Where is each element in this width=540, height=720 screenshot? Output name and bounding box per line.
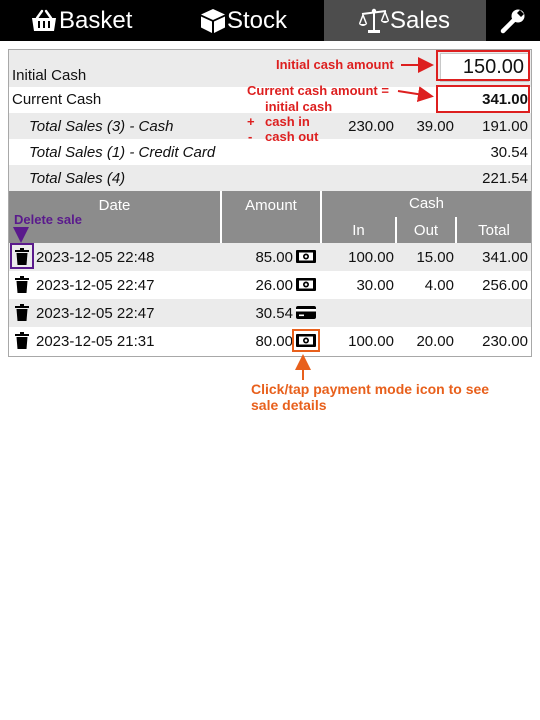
header-date-label: Date xyxy=(98,197,131,214)
sale-cash-total: 256.00 xyxy=(482,277,528,294)
annotation-current-cash-line2: initial cash xyxy=(265,99,333,114)
basket-icon xyxy=(30,9,58,33)
header-divider xyxy=(320,191,322,243)
annotation-current-cash-box xyxy=(436,85,530,113)
tab-basket-label: Basket xyxy=(59,6,133,34)
header-cash-label: Cash xyxy=(408,195,445,212)
top-nav-bar: Basket Stock Sales xyxy=(0,0,540,41)
wrench-icon xyxy=(500,8,526,34)
annotation-initial-cash: Initial cash amount xyxy=(276,57,394,72)
annotation-minus-sign: - xyxy=(248,129,253,144)
tab-settings[interactable] xyxy=(486,0,540,41)
annotation-current-cash-line3: cash in xyxy=(265,114,310,129)
annotation-current-cash-line1: Current cash amount = xyxy=(247,83,389,98)
sale-amount: 26.00 xyxy=(255,277,293,294)
trash-icon[interactable] xyxy=(15,276,29,293)
tab-stock-label: Stock xyxy=(227,6,288,34)
tab-stock[interactable]: Stock xyxy=(162,0,324,41)
table-row: 2023-12-05 21:31 80.00 100.00 20.00 230.… xyxy=(9,327,531,355)
sale-cash-total: 230.00 xyxy=(482,333,528,350)
sale-date: 2023-12-05 21:31 xyxy=(36,333,155,350)
annotation-payment-icon-box xyxy=(292,329,320,352)
total-sales-card-label: Total Sales (1) - Credit Card xyxy=(29,144,216,161)
sale-cash-in: 30.00 xyxy=(356,277,394,294)
tab-sales-label: Sales xyxy=(390,6,451,34)
header-divider xyxy=(395,217,397,243)
sale-amount: 80.00 xyxy=(255,333,293,350)
sale-cash-in: 100.00 xyxy=(348,249,394,266)
total-sales-label: Total Sales (4) xyxy=(29,170,126,187)
sale-cash-out: 4.00 xyxy=(424,277,454,294)
box-icon xyxy=(200,8,226,34)
sale-cash-in: 100.00 xyxy=(348,333,394,350)
header-in: In xyxy=(322,217,395,243)
initial-cash-label: Initial Cash xyxy=(12,67,87,84)
header-total-label: Total xyxy=(478,222,510,239)
tab-sales[interactable]: Sales xyxy=(324,0,486,41)
cash-icon[interactable] xyxy=(296,278,316,291)
header-out-label: Out xyxy=(413,222,439,239)
cash-icon[interactable] xyxy=(296,250,316,263)
sale-date: 2023-12-05 22:47 xyxy=(36,305,155,322)
header-amount-label: Amount xyxy=(245,197,297,214)
header-out: Out xyxy=(397,217,455,243)
sale-date: 2023-12-05 22:47 xyxy=(36,277,155,294)
total-sales-cash-out: 39.00 xyxy=(416,118,454,135)
annotation-payment-line2: sale details xyxy=(251,397,327,413)
table-row: 2023-12-05 22:48 85.00 100.00 15.00 341.… xyxy=(9,243,531,271)
scale-icon xyxy=(359,8,389,34)
annotation-plus-sign: + xyxy=(247,114,255,129)
total-sales-row: Total Sales (4) 221.54 xyxy=(9,165,531,191)
sale-date: 2023-12-05 22:48 xyxy=(36,249,155,266)
header-divider xyxy=(220,191,222,243)
annotation-initial-cash-box xyxy=(436,50,530,81)
tab-basket[interactable]: Basket xyxy=(0,0,162,41)
table-row: 2023-12-05 22:47 26.00 30.00 4.00 256.00 xyxy=(9,271,531,299)
annotation-delete-box xyxy=(10,243,34,269)
annotation-current-cash-line4: cash out xyxy=(265,129,319,144)
annotation-delete-sale: Delete sale xyxy=(14,212,82,227)
header-divider xyxy=(455,217,457,243)
total-sales-cash-total: 191.00 xyxy=(482,118,528,135)
total-sales-total: 221.54 xyxy=(482,170,528,187)
sale-amount: 30.54 xyxy=(255,305,293,322)
table-row: 2023-12-05 22:47 30.54 xyxy=(9,299,531,327)
sale-cash-out: 20.00 xyxy=(416,333,454,350)
header-amount: Amount xyxy=(222,191,320,243)
header-in-label: In xyxy=(352,222,365,239)
trash-icon[interactable] xyxy=(15,304,29,321)
current-cash-label: Current Cash xyxy=(12,91,102,108)
header-total: Total xyxy=(457,217,531,243)
annotation-payment-line1: Click/tap payment mode icon to see xyxy=(251,381,490,397)
total-sales-cash-in: 230.00 xyxy=(348,118,394,135)
trash-icon[interactable] xyxy=(15,332,29,349)
sale-amount: 85.00 xyxy=(255,249,293,266)
credit-card-icon[interactable] xyxy=(296,306,316,319)
header-cash: Cash xyxy=(322,191,531,217)
sale-cash-out: 15.00 xyxy=(416,249,454,266)
total-sales-cash-label: Total Sales (3) - Cash xyxy=(29,118,174,135)
sale-cash-total: 341.00 xyxy=(482,249,528,266)
total-sales-card-total: 30.54 xyxy=(490,144,528,161)
